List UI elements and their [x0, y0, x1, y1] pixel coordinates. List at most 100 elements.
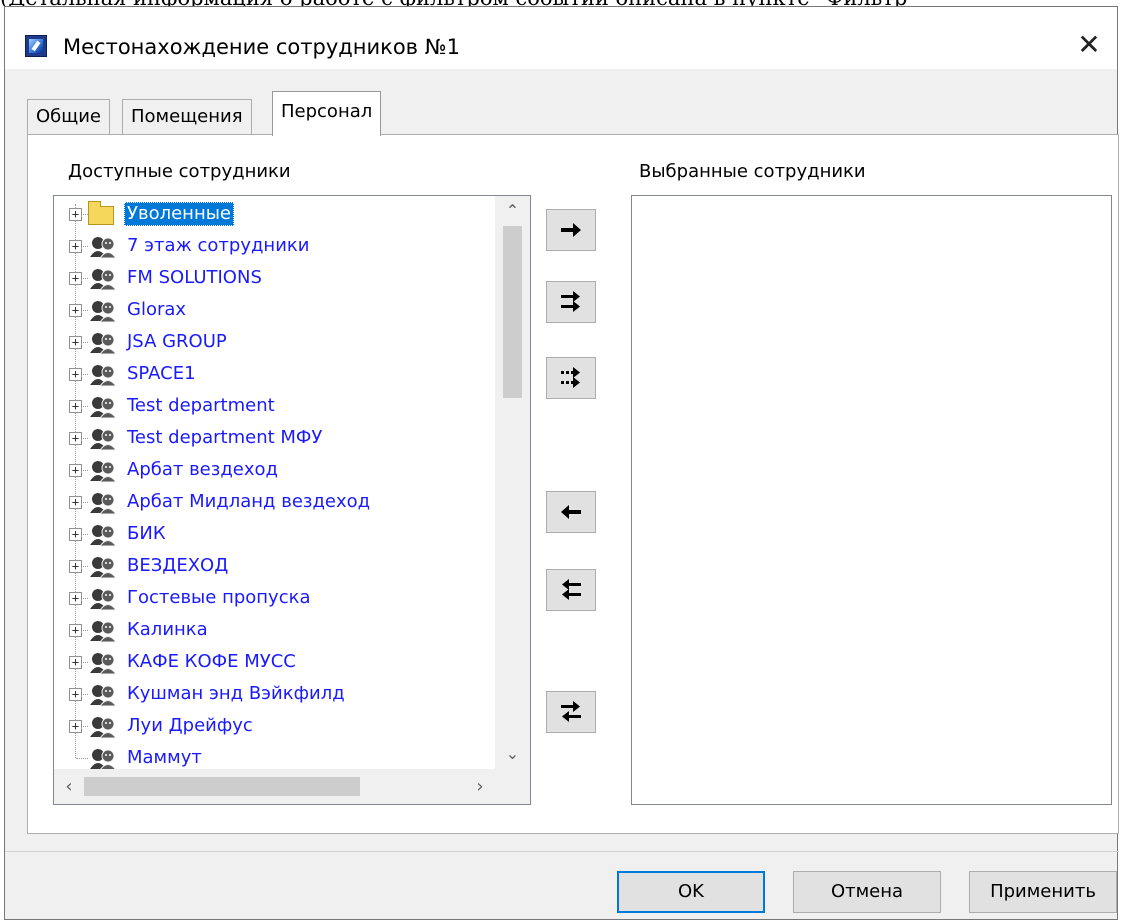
selected-employees-list[interactable]	[631, 195, 1112, 805]
expand-plus-icon[interactable]: +	[69, 560, 82, 573]
add-filtered-button[interactable]	[546, 357, 596, 399]
tree-item-label: Луи Дрейфус	[127, 715, 253, 736]
tree-item-label: БИК	[127, 523, 166, 544]
tree-item[interactable]: Маммут	[54, 742, 495, 769]
scroll-right-icon[interactable]: ›	[465, 769, 495, 804]
dotted-double-arrow-right-icon	[561, 367, 580, 388]
people-group-icon	[88, 683, 118, 707]
scroll-left-icon[interactable]: ‹	[54, 769, 84, 804]
tree-item-label: 7 этаж сотрудники	[127, 235, 310, 256]
tree-item[interactable]: + Glorax	[54, 294, 495, 326]
tree-item[interactable]: + Калинка	[54, 614, 495, 646]
arrow-left-icon	[561, 505, 581, 519]
people-group-icon	[88, 267, 118, 291]
tree-item-label: Арбат Мидланд вездеход	[127, 491, 371, 512]
tree-item[interactable]: + Луи Дрейфус	[54, 710, 495, 742]
tree-item[interactable]: + Гостевые пропуска	[54, 582, 495, 614]
expand-plus-icon[interactable]: +	[69, 304, 82, 317]
vertical-scrollbar[interactable]: ⌃ ⌄	[495, 196, 530, 769]
expand-plus-icon[interactable]: +	[69, 464, 82, 477]
cancel-button[interactable]: Отмена	[793, 871, 941, 913]
tree-item-label: JSA GROUP	[127, 331, 227, 352]
tree-item-label: FM SOLUTIONS	[127, 267, 262, 288]
swap-button[interactable]	[546, 691, 596, 733]
remove-selected-button[interactable]	[546, 491, 596, 533]
tree-item[interactable]: + Уволенные	[54, 198, 495, 230]
scroll-corner	[495, 769, 530, 804]
tree-item-label: Test department	[127, 395, 275, 416]
footer-separator	[5, 851, 1119, 852]
people-group-icon	[88, 427, 118, 451]
close-button[interactable]: ✕	[1069, 27, 1109, 63]
horizontal-scroll-thumb[interactable]	[84, 777, 360, 796]
expand-plus-icon[interactable]: +	[69, 496, 82, 509]
apply-button[interactable]: Применить	[969, 871, 1117, 913]
window-title: Местонахождение сотрудников №1	[63, 35, 460, 59]
people-group-icon	[88, 363, 118, 387]
expand-plus-icon[interactable]: +	[69, 336, 82, 349]
tree-item[interactable]: + Test department	[54, 390, 495, 422]
scroll-up-icon[interactable]: ⌃	[495, 196, 530, 226]
tree-item[interactable]: + БИК	[54, 518, 495, 550]
tab-general[interactable]: Общие	[27, 99, 110, 135]
tree-item-label: Маммут	[127, 747, 202, 768]
people-group-icon	[88, 747, 118, 769]
tree-item-label: Гостевые пропуска	[127, 587, 311, 608]
tree-item[interactable]: + Кушман энд Вэйкфилд	[54, 678, 495, 710]
tree-item-label: КАФЕ КОФЕ МУСС	[127, 651, 296, 672]
tree-item[interactable]: + Арбат вездеход	[54, 454, 495, 486]
tab-personnel[interactable]: Персонал	[272, 91, 382, 136]
people-group-icon	[88, 555, 118, 579]
tab-rooms[interactable]: Помещения	[122, 99, 252, 135]
remove-all-button[interactable]	[546, 569, 596, 611]
expand-plus-icon[interactable]: +	[69, 528, 82, 541]
expand-plus-icon[interactable]: +	[69, 272, 82, 285]
available-employees-label: Доступные сотрудники	[68, 161, 291, 182]
tree-item[interactable]: + Test department МФУ	[54, 422, 495, 454]
tree-item[interactable]: +7 этаж сотрудники	[54, 230, 495, 262]
expand-plus-icon[interactable]: +	[69, 656, 82, 669]
expand-plus-icon[interactable]: +	[69, 688, 82, 701]
app-icon	[25, 35, 47, 57]
people-group-icon	[88, 587, 118, 611]
double-arrow-right-icon	[561, 291, 580, 312]
people-group-icon	[88, 491, 118, 515]
ok-button[interactable]: OK	[617, 871, 765, 913]
tree-item-label: Арбат вездеход	[127, 459, 278, 480]
add-all-button[interactable]	[546, 281, 596, 323]
scroll-down-icon[interactable]: ⌄	[495, 739, 530, 769]
people-group-icon	[88, 715, 118, 739]
expand-plus-icon[interactable]: +	[69, 624, 82, 637]
dialog-window: Местонахождение сотрудников №1 ✕ Общие П…	[4, 6, 1119, 920]
add-selected-button[interactable]	[546, 209, 596, 251]
people-group-icon	[88, 331, 118, 355]
available-employees-tree[interactable]: + Уволенные +7 этаж сотрудники + FM SOLUTION…	[53, 195, 531, 805]
people-group-icon	[88, 523, 118, 547]
personnel-panel: Доступные сотрудники Выбранные сотрудник…	[27, 134, 1119, 834]
people-group-icon	[88, 619, 118, 643]
people-group-icon	[88, 299, 118, 323]
tree-item[interactable]: + Арбат Мидланд вездеход	[54, 486, 495, 518]
expand-plus-icon[interactable]: +	[69, 208, 82, 221]
tree-item[interactable]: + КАФЕ КОФЕ МУСС	[54, 646, 495, 678]
tree-item[interactable]: + JSA GROUP	[54, 326, 495, 358]
selected-employees-label: Выбранные сотрудники	[639, 161, 866, 182]
expand-plus-icon[interactable]: +	[69, 400, 82, 413]
expand-plus-icon[interactable]: +	[69, 368, 82, 381]
tree-item[interactable]: + SPACE1	[54, 358, 495, 390]
tree-item-label: SPACE1	[127, 363, 196, 384]
expand-plus-icon[interactable]: +	[69, 240, 82, 253]
tree-item[interactable]: + FM SOLUTIONS	[54, 262, 495, 294]
expand-plus-icon[interactable]: +	[69, 432, 82, 445]
tree-item-label: Test department МФУ	[127, 427, 323, 448]
expand-plus-icon[interactable]: +	[69, 592, 82, 605]
vertical-scroll-thumb[interactable]	[503, 226, 522, 398]
people-group-icon	[88, 651, 118, 675]
people-group-icon	[88, 395, 118, 419]
expand-plus-icon[interactable]: +	[69, 720, 82, 733]
tree-view[interactable]: + Уволенные +7 этаж сотрудники + FM SOLUTION…	[54, 196, 495, 769]
double-arrow-left-icon	[562, 579, 581, 600]
tree-item-label: Уволенные	[124, 202, 234, 226]
horizontal-scrollbar[interactable]: ‹ ›	[54, 769, 495, 804]
tree-item[interactable]: + ВЕЗДЕХОД	[54, 550, 495, 582]
